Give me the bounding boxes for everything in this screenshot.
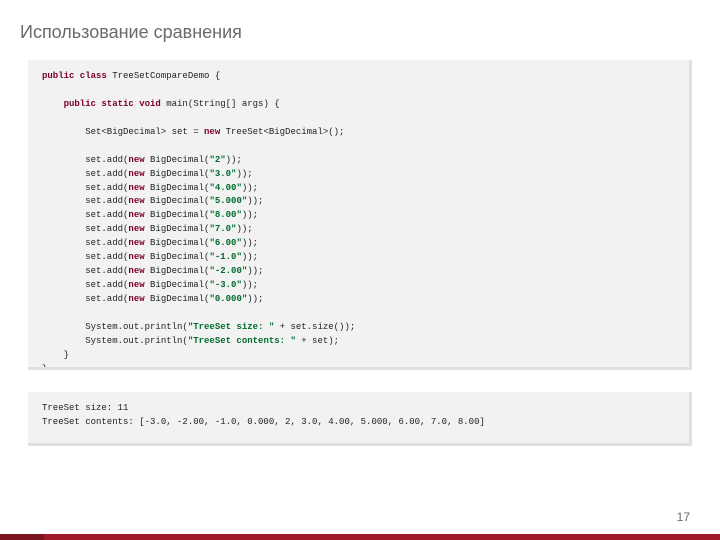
code-text: new [128, 224, 144, 234]
code-text: )); [247, 196, 263, 206]
code-text: "4.00" [209, 183, 241, 193]
code-text: set.add( [42, 224, 128, 234]
code-text: Set<BigDecimal> set = [42, 127, 204, 137]
output-line: TreeSet size: 11 [42, 403, 128, 413]
code-text: )); [236, 169, 252, 179]
code-text: new [204, 127, 220, 137]
code-text: "3.0" [209, 169, 236, 179]
code-text: new [128, 280, 144, 290]
code-text: set.add( [42, 210, 128, 220]
code-text: new [128, 155, 144, 165]
code-text: set.add( [42, 196, 128, 206]
output-line: TreeSet contents: [-3.0, -2.00, -1.0, 0.… [42, 417, 485, 427]
code-text: } [42, 364, 47, 370]
code-text: )); [242, 210, 258, 220]
code-text: "-2.00" [209, 266, 247, 276]
code-text: main(String[] args) { [161, 99, 280, 109]
code-text: new [128, 238, 144, 248]
code-text: BigDecimal( [145, 238, 210, 248]
code-text: BigDecimal( [145, 280, 210, 290]
code-text: "7.0" [209, 224, 236, 234]
footer-bar [0, 534, 720, 540]
code-text: )); [226, 155, 242, 165]
code-text: "TreeSet size: " [188, 322, 274, 332]
code-text: "2" [209, 155, 225, 165]
code-text: new [128, 183, 144, 193]
code-text: System.out.println( [42, 336, 188, 346]
code-text: BigDecimal( [145, 169, 210, 179]
code-text: BigDecimal( [145, 252, 210, 262]
footer-accent [0, 534, 44, 540]
code-text: BigDecimal( [145, 224, 210, 234]
code-text: )); [236, 224, 252, 234]
code-text: set.add( [42, 155, 128, 165]
code-text: + set.size()); [274, 322, 355, 332]
code-text: BigDecimal( [145, 155, 210, 165]
code-text: set.add( [42, 266, 128, 276]
code-text: "6.00" [209, 238, 241, 248]
code-text: )); [242, 252, 258, 262]
output-block: TreeSet size: 11 TreeSet contents: [-3.0… [28, 392, 692, 446]
code-text: set.add( [42, 183, 128, 193]
code-text: )); [242, 238, 258, 248]
code-text: new [128, 210, 144, 220]
code-text: BigDecimal( [145, 266, 210, 276]
code-text: BigDecimal( [145, 183, 210, 193]
code-text: public static void [42, 99, 161, 109]
code-text: new [128, 252, 144, 262]
code-text: new [128, 196, 144, 206]
code-text: "0.000" [209, 294, 247, 304]
code-text: TreeSetCompareDemo { [107, 71, 220, 81]
code-text: new [128, 266, 144, 276]
code-text: )); [242, 183, 258, 193]
code-text: set.add( [42, 280, 128, 290]
code-text: set.add( [42, 252, 128, 262]
code-text: "5.000" [209, 196, 247, 206]
code-text: )); [247, 266, 263, 276]
code-text: BigDecimal( [145, 210, 210, 220]
code-text: + set); [296, 336, 339, 346]
slide-title: Использование сравнения [20, 22, 242, 43]
code-text: "8.00" [209, 210, 241, 220]
code-text: } [42, 350, 69, 360]
code-text: )); [247, 294, 263, 304]
code-text: "TreeSet contents: " [188, 336, 296, 346]
code-text: BigDecimal( [145, 294, 210, 304]
code-text: new [128, 294, 144, 304]
code-text: TreeSet<BigDecimal>(); [220, 127, 344, 137]
code-text: "-3.0" [209, 280, 241, 290]
code-text: set.add( [42, 169, 128, 179]
code-text: "-1.0" [209, 252, 241, 262]
code-text: BigDecimal( [145, 196, 210, 206]
code-block: public class TreeSetCompareDemo { public… [28, 60, 692, 370]
code-text: new [128, 169, 144, 179]
code-text: set.add( [42, 294, 128, 304]
code-text: System.out.println( [42, 322, 188, 332]
code-text: )); [242, 280, 258, 290]
code-text: public class [42, 71, 107, 81]
page-number: 17 [677, 510, 690, 524]
code-text: set.add( [42, 238, 128, 248]
